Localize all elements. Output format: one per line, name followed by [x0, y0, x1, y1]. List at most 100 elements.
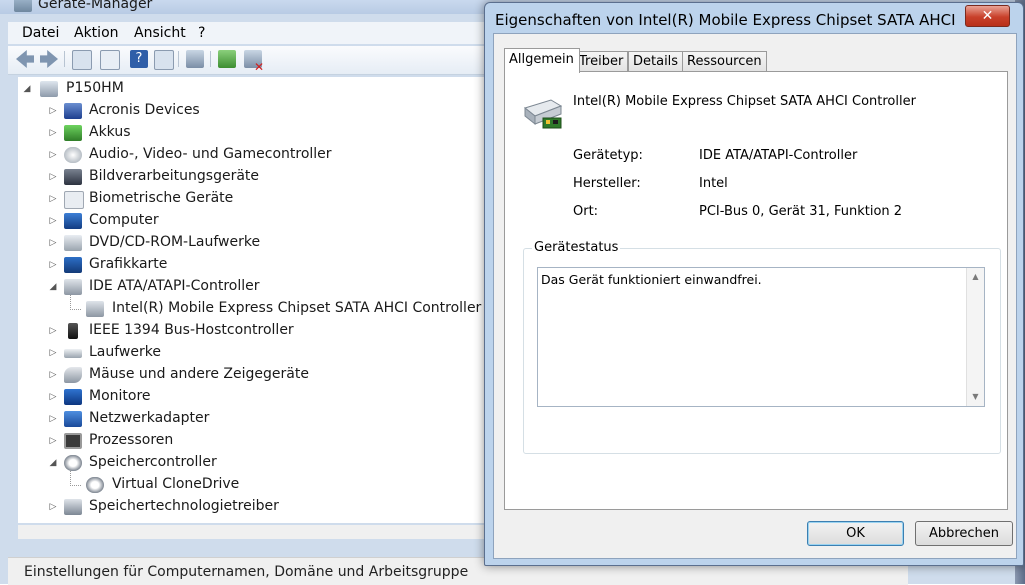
- document-icon[interactable]: [100, 50, 120, 70]
- expand-arrow-icon[interactable]: ▷: [48, 326, 58, 336]
- expand-arrow-icon[interactable]: ▷: [48, 194, 58, 204]
- collapse-arrow-icon[interactable]: ◢: [48, 458, 58, 468]
- tree-node[interactable]: ▷ Audio-, Video- und Gamecontroller: [48, 145, 488, 167]
- view-icon[interactable]: [154, 50, 174, 70]
- manufacturer-label: Hersteller:: [573, 176, 641, 191]
- expand-arrow-icon[interactable]: ▷: [48, 106, 58, 116]
- menu-bar: Datei Aktion Ansicht ?: [8, 22, 508, 44]
- expand-arrow-icon[interactable]: ▷: [48, 414, 58, 424]
- tree-node[interactable]: ▷ Acronis Devices: [48, 101, 488, 123]
- disk-drive-icon: [64, 349, 82, 358]
- storage-technology-icon: [64, 499, 82, 515]
- tree-node[interactable]: ▷ Speichertechnologietreiber: [48, 497, 488, 519]
- expand-arrow-icon[interactable]: ▷: [48, 502, 58, 512]
- device-status-text: Das Gerät funktioniert einwandfrei.: [541, 272, 762, 287]
- tree-node[interactable]: ▷ Grafikkarte: [48, 255, 488, 277]
- location-value: PCI-Bus 0, Gerät 31, Funktion 2: [699, 204, 903, 219]
- cancel-button[interactable]: Abbrechen: [915, 521, 1013, 546]
- menu-aktion[interactable]: Aktion: [74, 25, 119, 41]
- tree-node-label: Acronis Devices: [89, 102, 200, 118]
- update-driver-icon[interactable]: [218, 50, 236, 68]
- tree-node[interactable]: ▷ DVD/CD-ROM-Laufwerke: [48, 233, 488, 255]
- tree-child-sata-controller[interactable]: Intel(R) Mobile Express Chipset SATA AHC…: [70, 295, 488, 321]
- close-button[interactable]: ✕: [965, 5, 1010, 27]
- tree-node[interactable]: ▷ Netzwerkadapter: [48, 409, 488, 431]
- tree-node-label: Mäuse und andere Zeigegeräte: [89, 366, 309, 382]
- tree-node-label: Bildverarbeitungsgeräte: [89, 168, 260, 184]
- tree-node[interactable]: ▷ Prozessoren: [48, 431, 488, 453]
- expand-arrow-icon[interactable]: ▷: [48, 436, 58, 446]
- properties-list-icon[interactable]: [72, 50, 92, 70]
- tree-node[interactable]: ◢ Speichercontroller: [48, 453, 488, 475]
- back-arrow-icon[interactable]: [16, 50, 34, 68]
- tree-node[interactable]: ▷ Bildverarbeitungsgeräte: [48, 167, 488, 189]
- manufacturer-value: Intel: [699, 176, 728, 191]
- dialog-body: Allgemein Treiber Details Ressourcen Int…: [493, 33, 1017, 559]
- menu-datei[interactable]: Datei: [22, 25, 59, 41]
- tree-node[interactable]: ▷ Computer: [48, 211, 488, 233]
- ok-button[interactable]: OK: [807, 521, 904, 546]
- expand-arrow-icon[interactable]: ▷: [48, 370, 58, 380]
- menu-help[interactable]: ?: [198, 25, 205, 41]
- toolbar-separator: [178, 51, 179, 67]
- device-type-value: IDE ATA/ATAPI-Controller: [699, 148, 858, 163]
- expand-arrow-icon[interactable]: ▷: [48, 392, 58, 402]
- ide-controller-icon: [521, 96, 565, 132]
- forward-arrow-icon[interactable]: [40, 50, 58, 68]
- tree-node-label: Computer: [89, 212, 159, 228]
- device-tree: ◢ P150HM ▷ Acronis Devices ▷ Akkus ▷ Aud…: [18, 77, 488, 523]
- computer-icon: [64, 213, 82, 229]
- tree-node[interactable]: ▷ IEEE 1394 Bus-Hostcontroller: [48, 321, 488, 343]
- expand-arrow-icon[interactable]: ▷: [48, 238, 58, 248]
- help-icon[interactable]: ?: [130, 50, 148, 68]
- collapse-arrow-icon[interactable]: ◢: [48, 282, 58, 292]
- collapse-arrow-icon[interactable]: ◢: [22, 84, 32, 94]
- tree-node[interactable]: ▷ Akkus: [48, 123, 488, 145]
- expand-arrow-icon[interactable]: ▷: [48, 150, 58, 160]
- speaker-icon: [64, 147, 82, 163]
- properties-dialog: Eigenschaften von Intel(R) Mobile Expres…: [484, 2, 1024, 566]
- tab-ressourcen[interactable]: Ressourcen: [682, 51, 767, 72]
- tree-node[interactable]: ▷ Laufwerke: [48, 343, 488, 365]
- tree-child-label: Virtual CloneDrive: [112, 476, 240, 492]
- device-name: Intel(R) Mobile Express Chipset SATA AHC…: [573, 94, 916, 109]
- tab-details[interactable]: Details: [628, 51, 684, 72]
- tree-node-label: Audio-, Video- und Gamecontroller: [89, 146, 332, 162]
- processor-icon: [64, 433, 82, 449]
- expand-arrow-icon[interactable]: ▷: [48, 260, 58, 270]
- tree-node-label: Speichertechnologietreiber: [89, 498, 279, 514]
- expand-arrow-icon[interactable]: ▷: [48, 216, 58, 226]
- tree-node[interactable]: ▷ Monitore: [48, 387, 488, 409]
- scan-hardware-icon[interactable]: [186, 50, 204, 68]
- tree-root[interactable]: ◢ P150HM: [22, 79, 482, 101]
- tree-node-label: Prozessoren: [89, 432, 174, 448]
- tree-node-label: DVD/CD-ROM-Laufwerke: [89, 234, 261, 250]
- expand-arrow-icon[interactable]: ▷: [48, 128, 58, 138]
- tree-node-label: Grafikkarte: [89, 256, 168, 272]
- location-label: Ort:: [573, 204, 599, 219]
- tree-child-virtual-clonedrive[interactable]: Virtual CloneDrive: [70, 471, 488, 497]
- device-status-textbox[interactable]: Das Gerät funktioniert einwandfrei. ▲ ▼: [537, 267, 985, 407]
- horizontal-scrollbar[interactable]: [18, 525, 488, 539]
- dialog-title: Eigenschaften von Intel(R) Mobile Expres…: [495, 11, 955, 29]
- tree-node-label: Netzwerkadapter: [89, 410, 210, 426]
- storage-controller-icon: [64, 455, 82, 471]
- device-type-label: Gerätetyp:: [573, 148, 643, 163]
- expand-arrow-icon[interactable]: ▷: [48, 348, 58, 358]
- tree-node[interactable]: ▷ Mäuse und andere Zeigegeräte: [48, 365, 488, 387]
- ide-controller-icon: [64, 279, 82, 295]
- menu-ansicht[interactable]: Ansicht: [134, 25, 186, 41]
- window-title: Geräte-Manager: [38, 0, 153, 12]
- tree-node-label: Laufwerke: [89, 344, 161, 360]
- tree-node[interactable]: ▷ Biometrische Geräte: [48, 189, 488, 211]
- tab-panel-allgemein: Intel(R) Mobile Express Chipset SATA AHC…: [504, 71, 1008, 510]
- scroll-down-icon[interactable]: ▼: [967, 390, 984, 404]
- tree-node[interactable]: ◢ IDE ATA/ATAPI-Controller: [48, 277, 488, 299]
- expand-arrow-icon[interactable]: ▷: [48, 172, 58, 182]
- tab-allgemein[interactable]: Allgemein: [504, 48, 580, 73]
- status-scrollbar[interactable]: ▲ ▼: [966, 268, 984, 406]
- scroll-up-icon[interactable]: ▲: [967, 270, 984, 284]
- tab-treiber[interactable]: Treiber: [574, 51, 629, 72]
- fingerprint-icon: [64, 191, 84, 209]
- device-status-title: Gerätestatus: [532, 240, 621, 255]
